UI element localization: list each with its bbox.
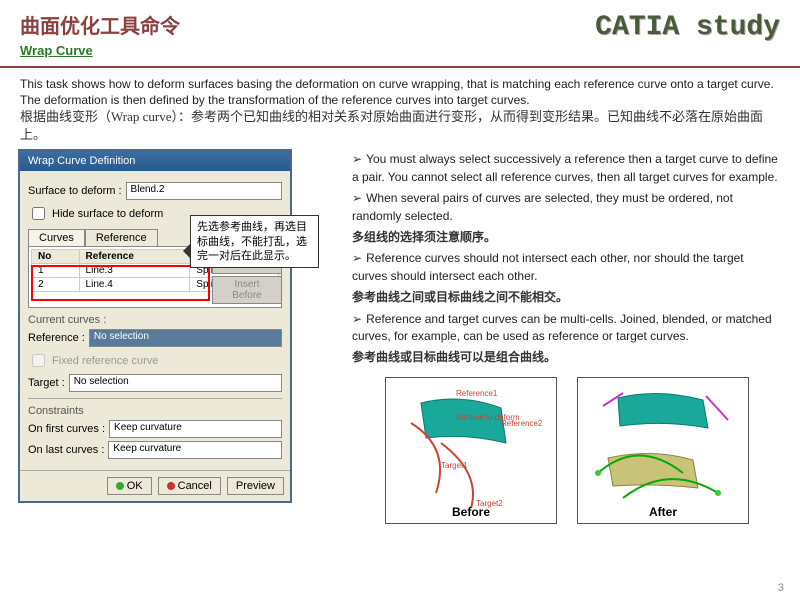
bullet-2: When several pairs of curves are selecte… bbox=[352, 190, 782, 225]
bullet-3: Reference curves should not intersect ea… bbox=[352, 250, 782, 285]
bullet-z1: 多组线的选择须注意顺序。 bbox=[352, 229, 782, 246]
cancel-icon bbox=[167, 482, 175, 490]
fixed-ref-checkbox bbox=[32, 354, 45, 367]
tab-reference[interactable]: Reference bbox=[85, 229, 158, 246]
first-curves-label: On first curves : bbox=[28, 423, 105, 435]
target-label: Target : bbox=[28, 377, 65, 389]
right-panel: You must always select successively a re… bbox=[352, 149, 782, 523]
wrap-curve-dialog: Wrap Curve Definition Surface to deform … bbox=[18, 149, 292, 503]
target-field[interactable]: No selection bbox=[69, 374, 282, 392]
bullet-4: Reference and target curves can be multi… bbox=[352, 311, 782, 346]
intro-zh: 根据曲线变形（Wrap curve）：参考两个已知曲线的相对关系对原始曲面进行变… bbox=[20, 108, 780, 143]
hide-surface-label: Hide surface to deform bbox=[52, 208, 163, 220]
fixed-ref-label: Fixed reference curve bbox=[52, 355, 158, 367]
reference-label: Reference : bbox=[28, 332, 85, 344]
svg-text:Target1: Target1 bbox=[441, 461, 468, 470]
header: 曲面优化工具命令 Wrap Curve CATIA study bbox=[0, 0, 800, 68]
surface-field[interactable]: Blend.2 bbox=[126, 182, 282, 200]
first-curves-field[interactable]: Keep curvature bbox=[109, 420, 282, 438]
intro-en1: This task shows how to deform surfaces b… bbox=[20, 76, 780, 92]
dialog-title: Wrap Curve Definition bbox=[20, 151, 290, 171]
tab-curves[interactable]: Curves bbox=[28, 229, 85, 246]
page-number: 3 bbox=[778, 582, 784, 594]
constraints-label: Constraints bbox=[28, 405, 282, 417]
bullet-z3: 参考曲线或目标曲线可以是组合曲线。 bbox=[352, 349, 782, 366]
surface-label: Surface to deform : bbox=[28, 185, 122, 197]
last-curves-field[interactable]: Keep curvature bbox=[108, 441, 282, 459]
intro-block: This task shows how to deform surfaces b… bbox=[0, 68, 800, 149]
current-curves-label: Current curves : bbox=[28, 314, 282, 326]
ok-button[interactable]: OK bbox=[107, 477, 152, 495]
figure-after: After bbox=[577, 377, 749, 524]
hide-surface-checkbox[interactable] bbox=[32, 207, 45, 220]
preview-button[interactable]: Preview bbox=[227, 477, 284, 495]
bullet-z2: 参考曲线之间或目标曲线之间不能相交。 bbox=[352, 289, 782, 306]
insert-before-button[interactable]: Insert Before bbox=[212, 276, 282, 304]
col-ref: Reference bbox=[79, 250, 190, 264]
brand-logo: CATIA study bbox=[595, 12, 780, 43]
callout-note: 先选参考曲线，再选目标曲线，不能打乱，选完一对后在此显示。 bbox=[190, 215, 319, 268]
intro-en2: The deformation is then defined by the t… bbox=[20, 92, 780, 108]
reference-field[interactable]: No selection bbox=[89, 329, 282, 347]
col-no: No bbox=[32, 250, 80, 264]
svg-text:Reference1: Reference1 bbox=[456, 389, 498, 398]
bullet-1: You must always select successively a re… bbox=[352, 151, 782, 186]
ok-icon bbox=[116, 482, 124, 490]
figure-before: Reference1 Reference2 Surface to deform … bbox=[385, 377, 557, 524]
after-label: After bbox=[649, 505, 677, 519]
page-subtitle: Wrap Curve bbox=[20, 43, 780, 58]
left-panel: 先选参考曲线，再选目标曲线，不能打乱，选完一对后在此显示。 Wrap Curve… bbox=[18, 149, 338, 523]
before-label: Before bbox=[452, 505, 490, 519]
last-curves-label: On last curves : bbox=[28, 444, 104, 456]
svg-text:Surface to deform: Surface to deform bbox=[456, 413, 520, 422]
cancel-button[interactable]: Cancel bbox=[158, 477, 221, 495]
